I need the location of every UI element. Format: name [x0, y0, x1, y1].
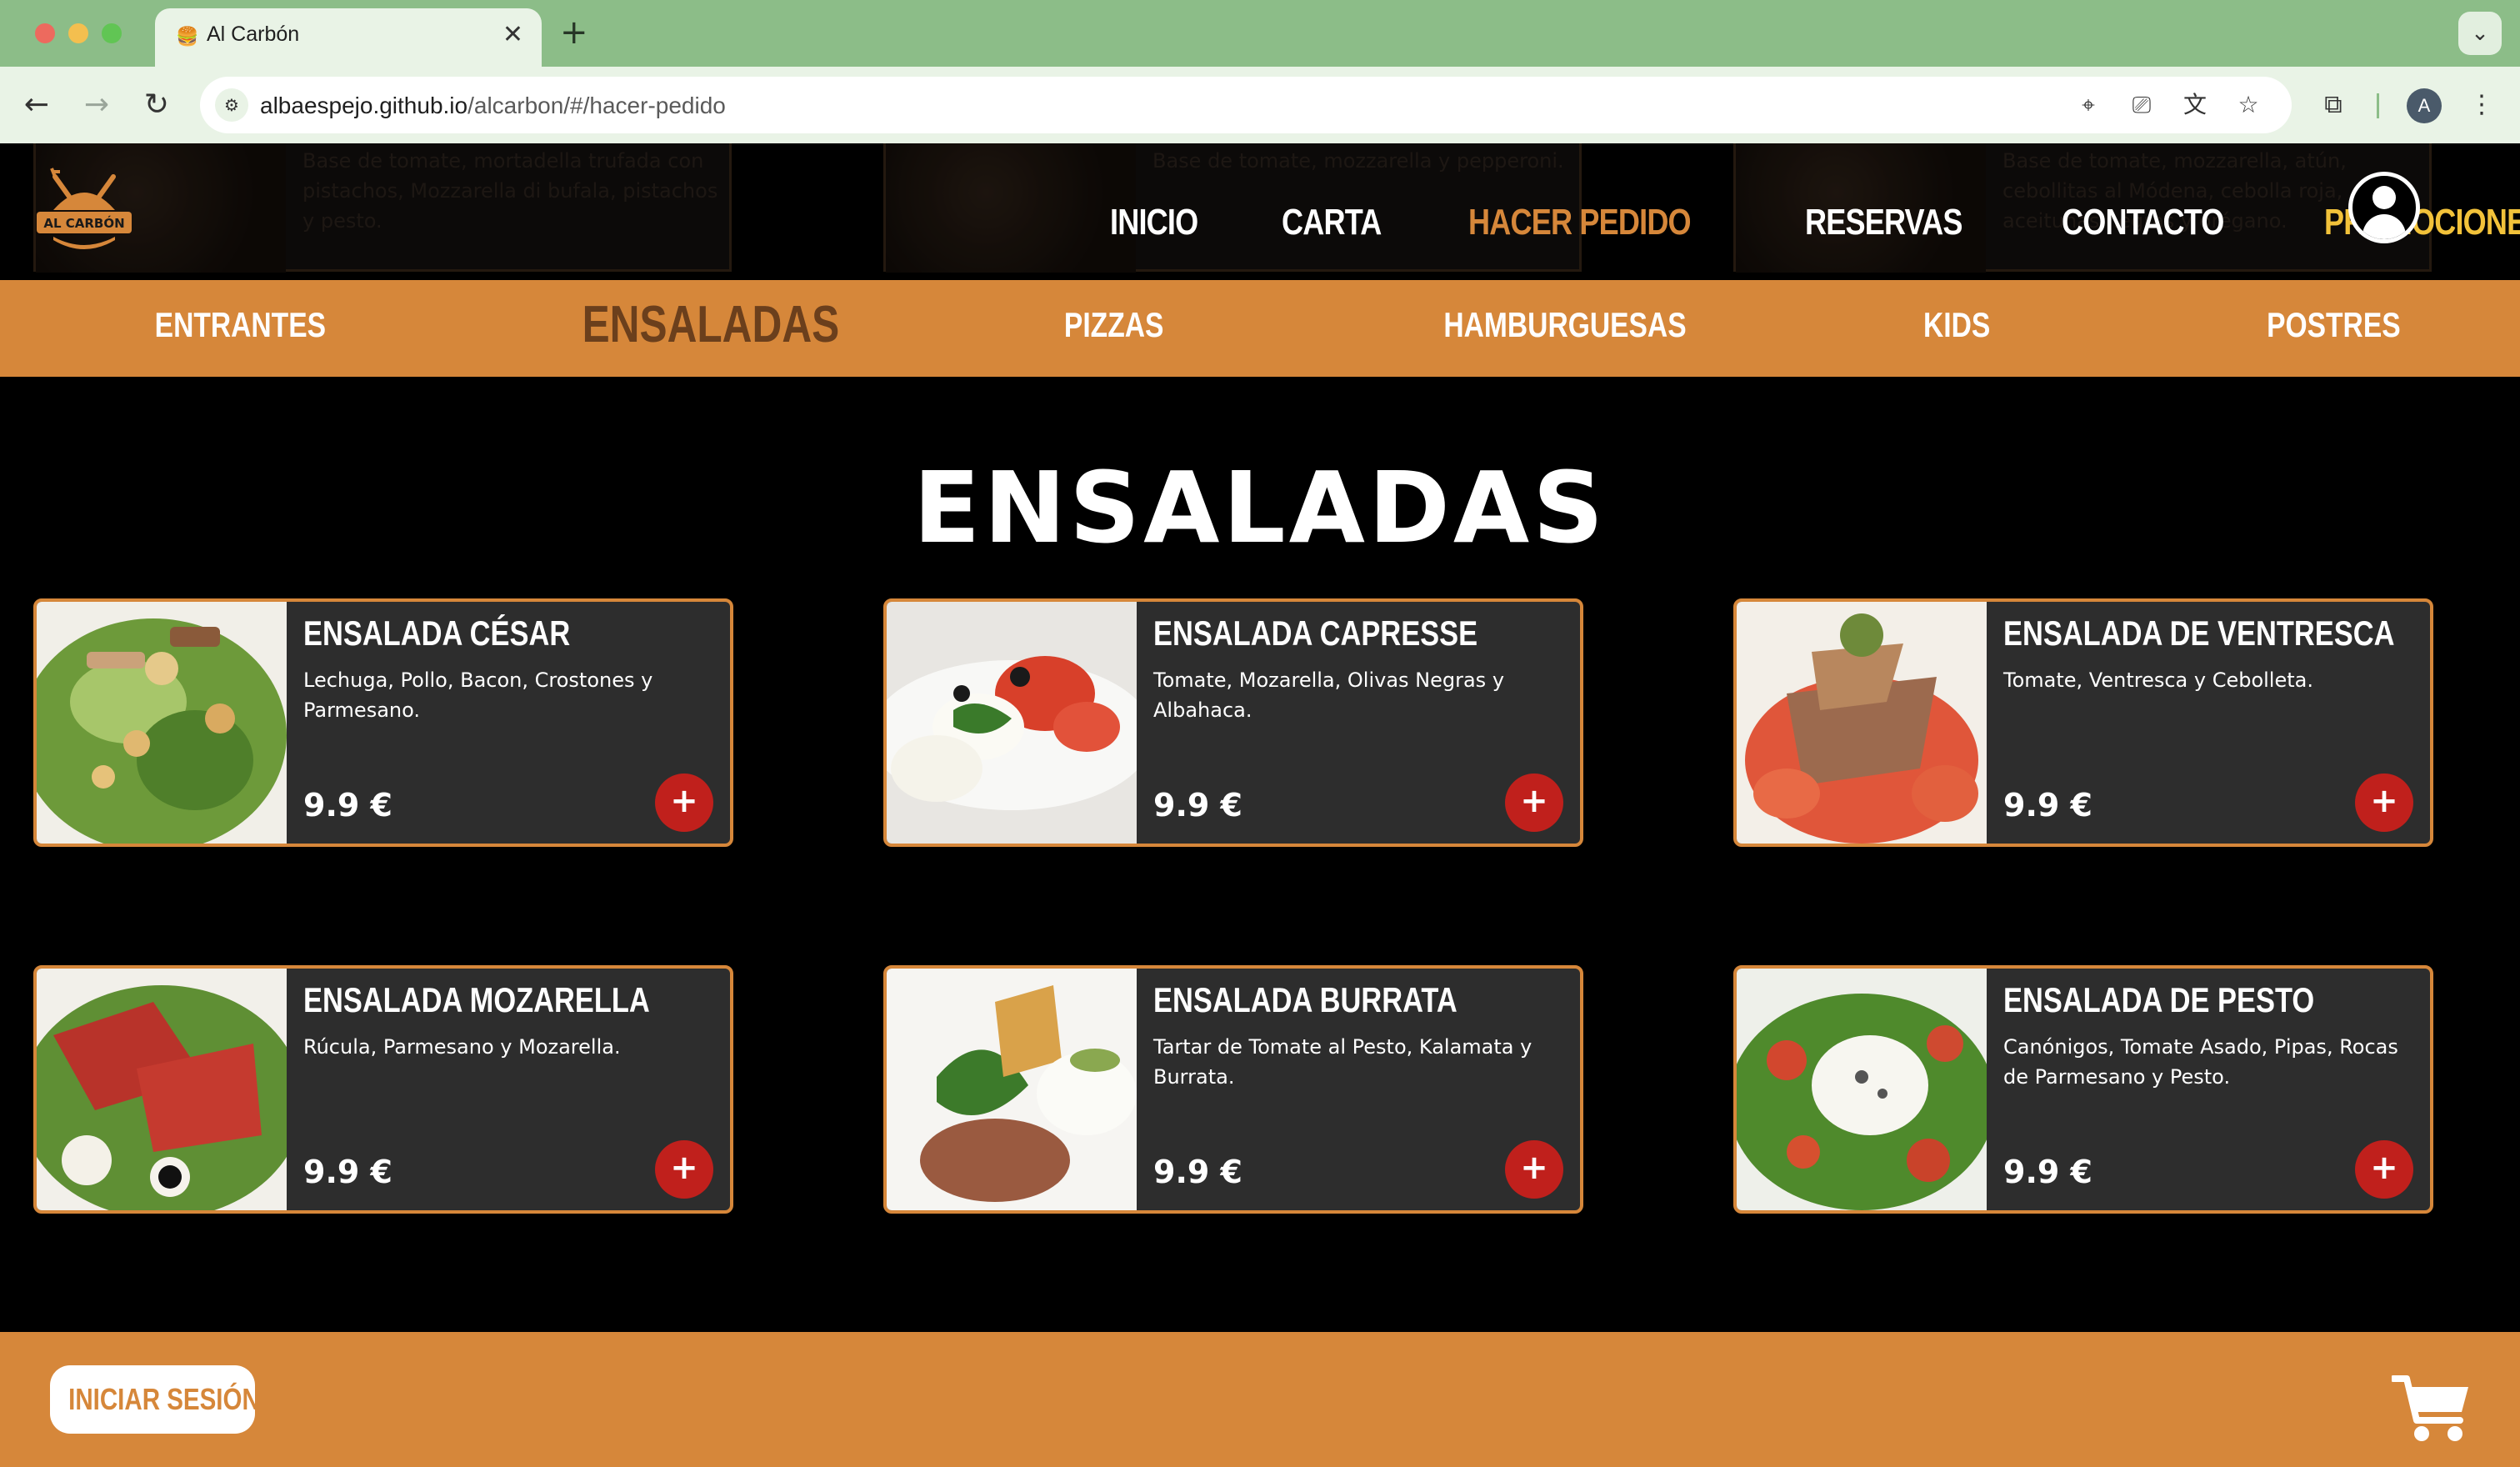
tab-close-icon[interactable]: ✕ [502, 20, 523, 49]
profile-avatar[interactable]: A [2407, 88, 2442, 123]
product-price: 9.9 € [303, 787, 392, 824]
add-to-cart-button[interactable]: + [655, 1140, 713, 1199]
site-header: Base de tomate, mortadella trufada con p… [0, 143, 2520, 280]
add-to-cart-button[interactable]: + [2355, 774, 2413, 832]
product-card: ENSALADA DE PESTO Canónigos, Tomate Asad… [1733, 965, 2433, 1214]
user-icon[interactable] [2348, 172, 2420, 243]
section-title: ENSALADAS [912, 450, 1608, 565]
forward-icon[interactable]: → [75, 83, 118, 127]
site-settings-icon[interactable]: ⚙ [215, 88, 248, 122]
reload-icon[interactable]: ↻ [135, 83, 178, 127]
product-desc: Lechuga, Pollo, Bacon, Crostones y Parme… [303, 668, 653, 722]
product-card: ENSALADA MOZARELLA Rúcula, Parmesano y M… [33, 965, 733, 1214]
category-pizzas[interactable]: PIZZAS [1064, 305, 1163, 345]
new-tab-button[interactable]: + [560, 13, 588, 52]
add-to-cart-button[interactable]: + [1505, 1140, 1563, 1199]
user-icon-body [2362, 214, 2406, 239]
add-to-cart-button[interactable]: + [1505, 774, 1563, 832]
product-desc: Tomate, Mozarella, Olivas Negras y Albah… [1153, 668, 1505, 722]
category-entrantes[interactable]: ENTRANTES [155, 305, 326, 345]
product-price: 9.9 € [303, 1154, 392, 1190]
product-image [1737, 969, 1987, 1210]
product-name: ENSALADA BURRATA [1153, 980, 1458, 1019]
product-name: ENSALADA CÉSAR [303, 613, 571, 653]
category-ensaladas[interactable]: ENSALADAS [582, 295, 840, 354]
nav-hacer-pedido[interactable]: HACER PEDIDO [1468, 202, 1692, 243]
product-image [1737, 602, 1987, 844]
url-path: /alcarbon/#/hacer-pedido [468, 93, 726, 118]
browser-tab[interactable]: 🍔 Al Carbón ✕ [155, 8, 542, 67]
user-icon-head [2372, 186, 2396, 209]
product-name: ENSALADA MOZARELLA [303, 980, 650, 1019]
product-card: ENSALADA CAPRESSE Tomate, Mozarella, Oli… [883, 598, 1583, 847]
tab-title: Al Carbón [207, 23, 300, 46]
product-price: 9.9 € [1153, 1154, 1242, 1190]
browser-tab-bar: 🍔 Al Carbón ✕ + ⌄ [0, 0, 2520, 67]
category-kids[interactable]: KIDS [1923, 305, 1990, 345]
nav-reservas[interactable]: RESERVAS [1805, 202, 1962, 243]
main-nav: INICIO CARTA HACER PEDIDO RESERVAS CONTA… [1110, 202, 2520, 243]
url-text[interactable]: albaespejo.github.io/alcarbon/#/hacer-pe… [260, 93, 726, 119]
product-image [887, 969, 1137, 1210]
browser-toolbar: ← → ↻ ⚙ albaespejo.github.io/alcarbon/#/… [0, 67, 2520, 143]
window-zoom-button[interactable] [102, 23, 122, 43]
category-postres[interactable]: POSTRES [2267, 305, 2401, 345]
product-price: 9.9 € [2003, 1154, 2092, 1190]
add-to-cart-button[interactable]: + [2355, 1140, 2413, 1199]
product-card: ENSALADA BURRATA Tartar de Tomate al Pes… [883, 965, 1583, 1214]
cart-icon[interactable] [2392, 1372, 2472, 1444]
product-card: ENSALADA CÉSAR Lechuga, Pollo, Bacon, Cr… [33, 598, 733, 847]
url-host: albaespejo.github.io [260, 93, 468, 118]
product-image [37, 602, 287, 844]
menu-dots-icon[interactable]: ⋮ [2460, 83, 2503, 127]
toolbar-divider [2377, 93, 2379, 118]
product-name: ENSALADA CAPRESSE [1153, 613, 1478, 653]
category-hamburguesas[interactable]: HAMBURGUESAS [1443, 305, 1686, 345]
product-desc: Canónigos, Tomate Asado, Pipas, Rocas de… [2003, 1035, 2398, 1089]
footer-bar: INICIAR SESIÓN [0, 1332, 2520, 1467]
bookmark-star-icon[interactable]: ☆ [2232, 88, 2265, 122]
product-name: ENSALADA DE VENTRESCA [2003, 613, 2395, 653]
window-close-button[interactable] [35, 23, 55, 43]
window-minimize-button[interactable] [68, 23, 88, 43]
product-desc: Rúcula, Parmesano y Mozarella. [303, 1035, 621, 1059]
address-bar[interactable]: ⚙ albaespejo.github.io/alcarbon/#/hacer-… [200, 77, 2292, 133]
product-name: ENSALADA DE PESTO [2003, 980, 2315, 1019]
install-icon[interactable]: ⎚ [2125, 88, 2158, 122]
add-to-cart-button[interactable]: + [655, 774, 713, 832]
product-image [887, 602, 1137, 844]
login-button[interactable]: INICIAR SESIÓN [50, 1365, 260, 1434]
logo-text: AL CARBÓN [43, 215, 124, 231]
tab-search-button[interactable]: ⌄ [2458, 12, 2502, 55]
product-card: ENSALADA DE VENTRESCA Tomate, Ventresca … [1733, 598, 2433, 847]
logo[interactable]: AL CARBÓN [30, 160, 138, 260]
nav-carta[interactable]: CARTA [1282, 202, 1382, 243]
product-desc: Tartar de Tomate al Pesto, Kalamata y Bu… [1153, 1035, 1532, 1089]
favicon-icon: 🍔 [176, 27, 199, 48]
translate-icon[interactable]: 文 [2178, 88, 2212, 122]
product-image [37, 969, 287, 1210]
product-price: 9.9 € [1153, 787, 1242, 824]
back-icon[interactable]: ← [15, 83, 58, 127]
product-desc: Tomate, Ventresca y Cebolleta. [2003, 668, 2313, 692]
nav-contacto[interactable]: CONTACTO [2062, 202, 2224, 243]
location-icon[interactable]: ⌖ [2072, 88, 2105, 122]
category-bar: ENTRANTES ENSALADAS PIZZAS HAMBURGUESAS … [0, 280, 2520, 377]
extensions-icon[interactable]: ⧉ [2312, 83, 2355, 127]
login-button-label: INICIAR SESIÓN [68, 1382, 260, 1416]
product-price: 9.9 € [2003, 787, 2092, 824]
nav-inicio[interactable]: INICIO [1110, 202, 1198, 243]
